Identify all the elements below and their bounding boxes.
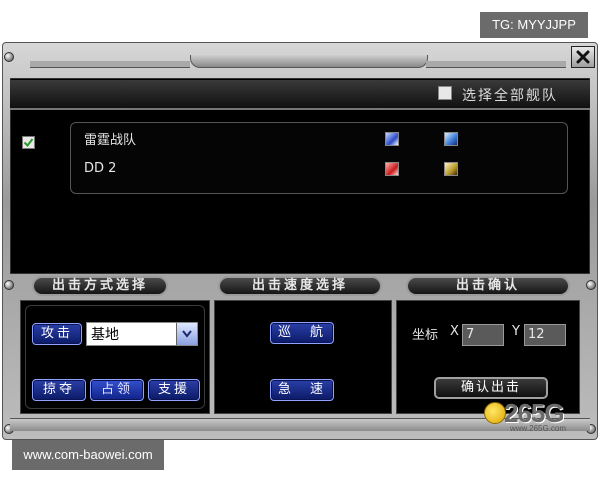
checkmark-icon — [23, 138, 34, 148]
section-title-mode: 出击方式选择 — [32, 276, 168, 296]
occupy-button[interactable]: 占领 — [90, 379, 144, 401]
target-select-value: 基地 — [91, 327, 119, 343]
chevron-down-icon[interactable] — [176, 323, 197, 345]
support-button[interactable]: 支援 — [148, 379, 200, 401]
plunder-button[interactable]: 掠夺 — [32, 379, 86, 401]
coord-x-label: X — [450, 324, 459, 339]
watermark-telegram: TG: MYYJJPP — [480, 12, 588, 38]
fleet-checkbox[interactable] — [22, 136, 35, 149]
rush-button[interactable]: 急 速 — [270, 379, 334, 401]
cruise-button[interactable]: 巡 航 — [270, 322, 334, 344]
section-title-speed: 出击速度选择 — [218, 276, 382, 296]
rivet — [4, 280, 14, 290]
select-all-label: 选择全部舰队 — [462, 88, 558, 104]
close-button[interactable] — [571, 46, 595, 68]
watermark-url: www.com-baowei.com — [12, 440, 164, 470]
site-logo: 265G www.265G.com — [484, 398, 588, 434]
fleet-name[interactable]: 雷霆战队 — [84, 129, 136, 148]
target-select[interactable]: 基地 — [86, 322, 198, 346]
rivet — [4, 52, 14, 62]
select-all-checkbox[interactable] — [438, 86, 452, 100]
ship-blue-icon[interactable] — [385, 132, 399, 146]
section-title-confirm: 出击确认 — [406, 276, 570, 296]
rivet — [586, 280, 596, 290]
coord-y-input[interactable]: 12 — [524, 324, 566, 346]
fleet-list — [70, 122, 568, 194]
ship-gold-icon[interactable] — [444, 162, 458, 176]
frame-top-center — [190, 55, 428, 68]
logo-subtext: www.265G.com — [510, 424, 567, 433]
close-icon — [576, 50, 590, 64]
coord-y-label: Y — [512, 324, 520, 339]
frame-top-right — [426, 61, 566, 68]
coord-x-input[interactable]: 7 — [462, 324, 504, 346]
ship-blue-icon[interactable] — [444, 132, 458, 146]
fleet-name[interactable]: DD 2 — [84, 161, 116, 176]
logo-g-icon — [484, 402, 506, 424]
frame-top-left — [30, 61, 190, 68]
confirm-dispatch-button[interactable]: 确认出击 — [434, 377, 548, 399]
coord-label: 坐标 — [412, 328, 439, 343]
ship-red-icon[interactable] — [385, 162, 399, 176]
attack-button[interactable]: 攻击 — [32, 323, 82, 345]
